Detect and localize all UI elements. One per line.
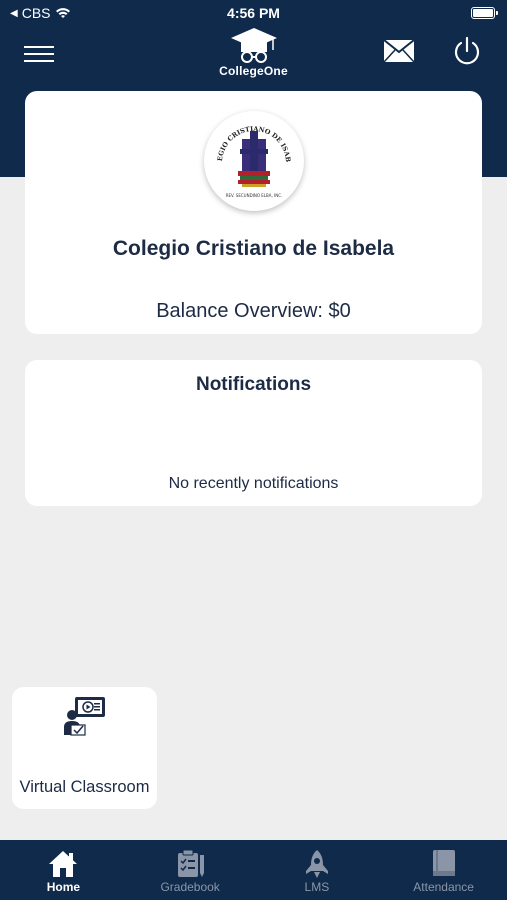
status-time: 4:56 PM — [227, 5, 280, 21]
virtual-classroom-tile[interactable]: Virtual Classroom — [12, 687, 157, 809]
battery-icon — [471, 7, 498, 19]
tab-lms-label: LMS — [304, 880, 330, 894]
tab-home-label: Home — [46, 880, 81, 894]
notifications-empty-message: No recently notifications — [168, 475, 339, 492]
tab-gradebook[interactable]: Gradebook — [127, 840, 254, 900]
virtual-classroom-label: Virtual Classroom — [19, 778, 150, 796]
school-crest-icon: COLEGIO CRISTIANO DE ISABELA REV. SECUND… — [204, 111, 292, 198]
app-name: CollegeOne — [219, 64, 288, 78]
logout-button[interactable] — [452, 36, 482, 68]
home-icon — [49, 851, 78, 877]
graduation-cap-logo-icon — [230, 28, 277, 63]
gradebook-icon — [178, 849, 205, 877]
notifications-title: Notifications — [195, 374, 312, 395]
school-name: Colegio Cristiano de Isabela — [112, 237, 395, 260]
mail-button[interactable] — [383, 39, 415, 65]
school-card: COLEGIO CRISTIANO DE ISABELA REV. SECUND… — [25, 91, 482, 334]
balance-overview: Balance Overview: $0 — [156, 300, 351, 322]
top-navigation-bar: CollegeOne — [0, 26, 507, 86]
tab-home[interactable]: Home — [0, 840, 127, 900]
tab-lms[interactable]: LMS — [254, 840, 381, 900]
tab-attendance[interactable]: Attendance — [380, 840, 507, 900]
school-logo-subtext: REV. SECUNDINO ELBA, INC. — [226, 193, 283, 198]
bottom-tab-bar: Home Gradebook LMS Attendance — [0, 840, 507, 900]
virtual-classroom-icon — [64, 697, 105, 736]
school-logo: COLEGIO CRISTIANO DE ISABELA REV. SECUND… — [204, 111, 304, 211]
status-bar: ◀ CBS 4:56 PM — [0, 0, 507, 26]
power-icon — [454, 36, 480, 65]
envelope-icon — [383, 39, 415, 63]
notifications-card: Notifications No recently notifications — [25, 360, 482, 506]
lms-icon — [305, 850, 328, 878]
app-logo: CollegeOne — [0, 26, 507, 78]
tab-attendance-label: Attendance — [413, 880, 474, 894]
attendance-icon — [432, 850, 455, 876]
tab-gradebook-label: Gradebook — [160, 880, 220, 894]
